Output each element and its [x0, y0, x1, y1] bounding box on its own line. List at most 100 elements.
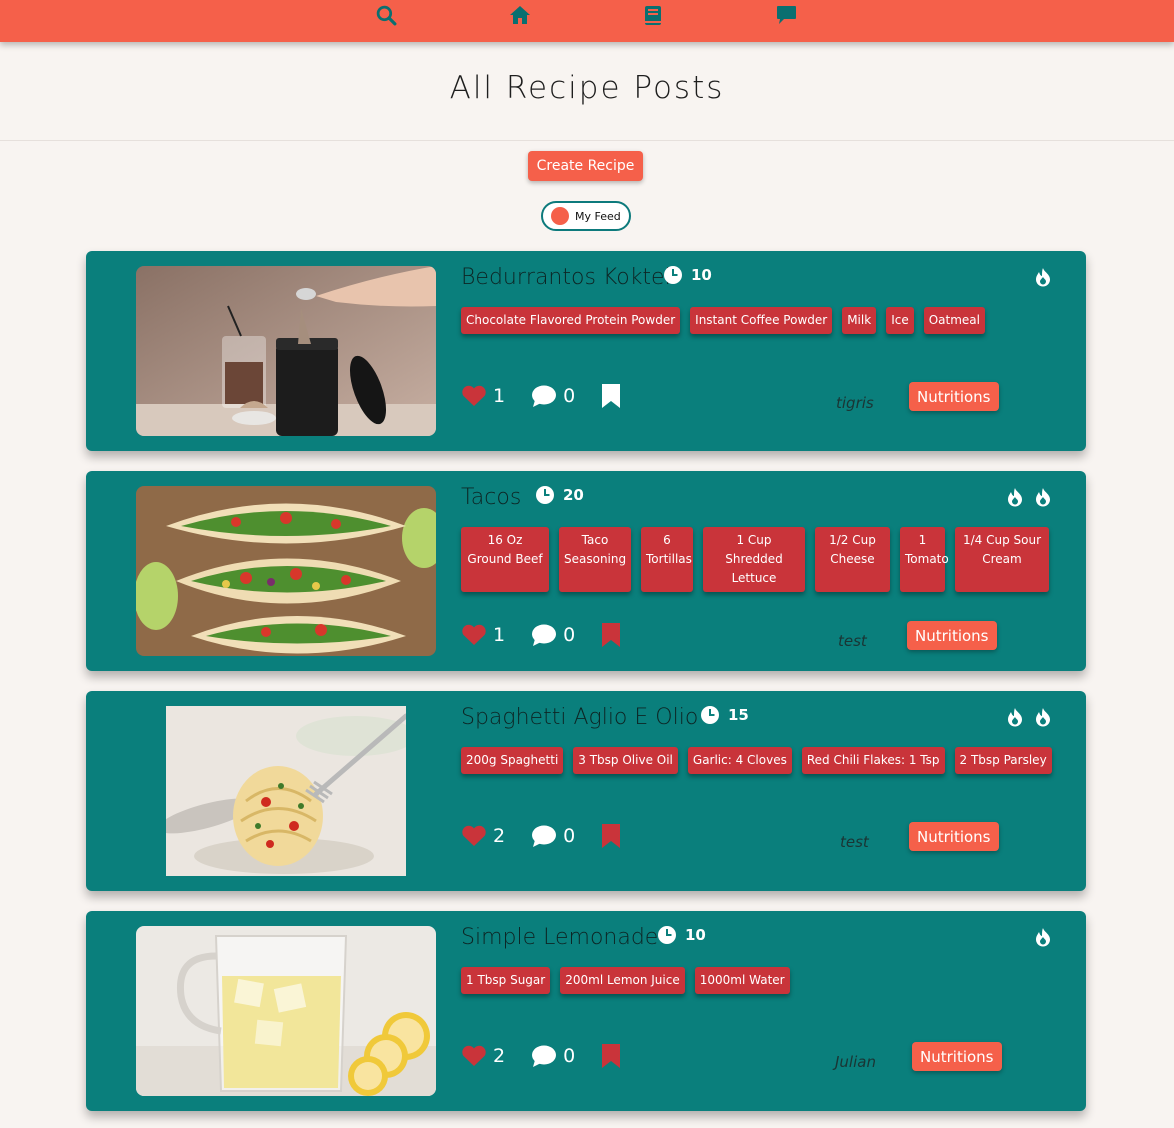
like-count: 1 — [493, 624, 506, 646]
ingredient-tags: 200g Spaghetti 3 Tbsp Olive Oil Garlic: … — [461, 747, 1052, 774]
heart-icon[interactable] — [461, 1045, 487, 1067]
clock-icon — [664, 266, 682, 284]
ingredient-tag: 1 Tbsp Sugar — [461, 967, 551, 994]
ingredient-tag: 1/2 Cup Cheese — [815, 527, 890, 592]
ingredient-tag: 1 Cup Shredded Lettuce — [703, 527, 805, 592]
recipe-title[interactable]: Tacos — [461, 485, 521, 510]
cook-time: 20 — [535, 485, 584, 505]
author-name[interactable]: tigris — [836, 394, 874, 412]
flame-icon — [1008, 488, 1022, 507]
ingredient-tag: Red Chili Flakes: 1 Tsp — [801, 747, 945, 774]
cook-time: 10 — [663, 265, 712, 285]
ingredient-tag: Milk — [842, 307, 877, 334]
ingredient-tags: 1 Tbsp Sugar 200ml Lemon Juice 1000ml Wa… — [461, 967, 790, 994]
nutritions-button[interactable]: Nutritions — [909, 382, 999, 411]
post-actions: 2 0 — [461, 1043, 621, 1069]
ingredient-tag: 16 Oz Ground Beef — [461, 527, 549, 592]
ingredient-tags: Chocolate Flavored Protein Powder Instan… — [461, 307, 985, 334]
recipe-title[interactable]: Simple Lemonade — [461, 925, 658, 950]
my-feed-toggle[interactable]: My Feed — [541, 201, 631, 231]
ingredient-tag: 200g Spaghetti — [461, 747, 564, 774]
flame-icon — [1036, 928, 1050, 947]
book-icon[interactable] — [642, 4, 664, 26]
bookmark-icon[interactable] — [601, 1043, 621, 1069]
ingredient-tag: Instant Coffee Powder — [690, 307, 833, 334]
comment-count: 0 — [563, 825, 576, 847]
bookmark-icon[interactable] — [601, 622, 621, 648]
recipe-title[interactable]: Spaghetti Aglio E Olio — [461, 705, 698, 730]
author-name[interactable]: test — [840, 833, 869, 851]
ingredient-tag: Taco Seasoning — [559, 527, 631, 592]
cook-time: 15 — [700, 705, 749, 725]
cook-time-value: 10 — [691, 266, 712, 284]
cook-time: 10 — [657, 925, 706, 945]
difficulty-flames — [1006, 707, 1052, 727]
comment-icon[interactable] — [531, 624, 557, 647]
comment-count: 0 — [563, 385, 576, 407]
like-count: 2 — [493, 1045, 506, 1067]
recipe-image-protein-shake[interactable] — [136, 266, 436, 436]
recipe-card[interactable]: Bedurrantos Koktel 10 Chocolate Flavored… — [86, 251, 1086, 451]
ingredient-tag: 200ml Lemon Juice — [560, 967, 685, 994]
like-count: 2 — [493, 825, 506, 847]
like-count: 1 — [493, 385, 506, 407]
nutritions-button[interactable]: Nutritions — [907, 621, 997, 650]
toggle-knob — [551, 207, 569, 225]
post-actions: 2 0 — [461, 823, 621, 849]
heart-icon[interactable] — [461, 624, 487, 646]
bookmark-icon[interactable] — [601, 383, 621, 409]
ingredient-tag: 6 Tortillas — [641, 527, 693, 592]
nutritions-button[interactable]: Nutritions — [912, 1042, 1002, 1071]
difficulty-flames — [1006, 487, 1052, 507]
cook-time-value: 20 — [563, 486, 584, 504]
author-name[interactable]: Julian — [835, 1053, 876, 1071]
comment-count: 0 — [563, 1045, 576, 1067]
nutritions-button[interactable]: Nutritions — [909, 822, 999, 851]
bookmark-icon[interactable] — [601, 823, 621, 849]
post-actions: 1 0 — [461, 383, 621, 409]
home-icon[interactable] — [509, 4, 531, 26]
flame-icon — [1036, 488, 1050, 507]
flame-icon — [1008, 708, 1022, 727]
clock-icon — [658, 926, 676, 944]
comment-icon[interactable] — [531, 825, 557, 848]
comment-icon[interactable] — [531, 385, 557, 408]
page-title: All Recipe Posts — [449, 70, 725, 106]
comment-icon[interactable] — [531, 1045, 557, 1068]
chat-icon[interactable] — [775, 4, 797, 26]
recipe-image-spaghetti[interactable] — [166, 706, 406, 876]
clock-icon — [701, 706, 719, 724]
recipe-image-lemonade[interactable] — [136, 926, 436, 1096]
ingredient-tag: Ice — [886, 307, 914, 334]
recipe-image-tacos[interactable] — [136, 486, 436, 656]
ingredient-tags: 16 Oz Ground Beef Taco Seasoning 6 Torti… — [461, 527, 1049, 592]
ingredient-tag: Garlic: 4 Cloves — [687, 747, 792, 774]
recipe-title[interactable]: Bedurrantos Koktel — [461, 265, 671, 290]
heart-icon[interactable] — [461, 385, 487, 407]
recipe-card[interactable]: Tacos 20 16 Oz Ground Beef Taco Seasonin… — [86, 471, 1086, 671]
create-recipe-button[interactable]: Create Recipe — [528, 151, 643, 181]
ingredient-tag: Chocolate Flavored Protein Powder — [461, 307, 681, 334]
heart-icon[interactable] — [461, 825, 487, 847]
difficulty-flames — [1034, 927, 1052, 947]
my-feed-label: My Feed — [575, 209, 621, 223]
recipe-card[interactable]: Spaghetti Aglio E Olio 15 200g Spaghetti… — [86, 691, 1086, 891]
post-actions: 1 0 — [461, 622, 621, 648]
top-nav-bar — [0, 0, 1174, 42]
author-name[interactable]: test — [838, 632, 867, 650]
comment-count: 0 — [563, 624, 576, 646]
ingredient-tag: 1/4 Cup Sour Cream — [955, 527, 1049, 592]
ingredient-tag: 3 Tbsp Olive Oil — [573, 747, 678, 774]
ingredient-tag: 2 Tbsp Parsley — [954, 747, 1052, 774]
search-icon[interactable] — [375, 4, 397, 26]
ingredient-tag: Oatmeal — [923, 307, 985, 334]
difficulty-flames — [1034, 267, 1052, 287]
cook-time-value: 10 — [685, 926, 706, 944]
recipe-card[interactable]: Simple Lemonade 10 1 Tbsp Sugar 200ml Le… — [86, 911, 1086, 1111]
flame-icon — [1036, 268, 1050, 287]
ingredient-tag: 1 Tomato — [900, 527, 949, 592]
cook-time-value: 15 — [728, 706, 749, 724]
ingredient-tag: 1000ml Water — [694, 967, 790, 994]
clock-icon — [536, 486, 554, 504]
flame-icon — [1036, 708, 1050, 727]
